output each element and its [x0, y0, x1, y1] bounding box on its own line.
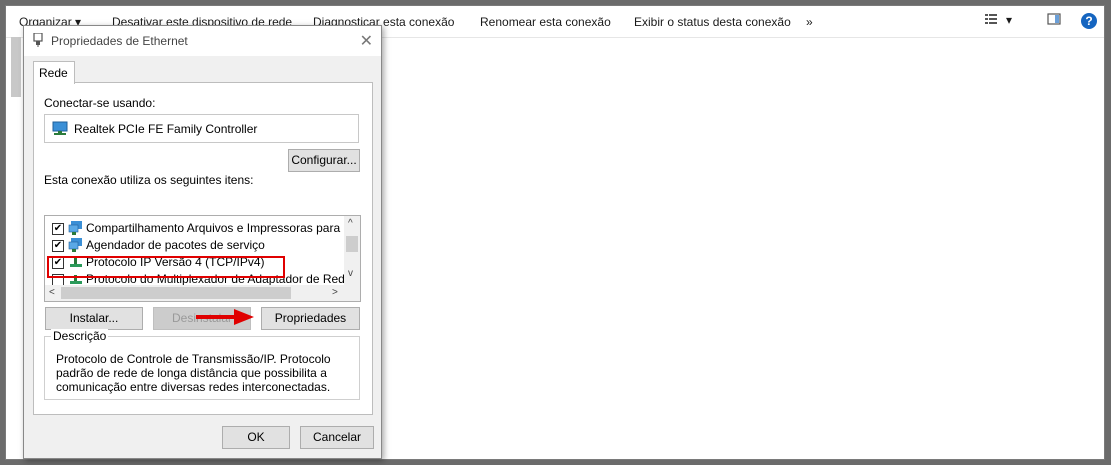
- list-item[interactable]: ✔ Agendador de pacotes de serviço: [45, 237, 345, 253]
- dialog-title: Propriedades de Ethernet: [51, 34, 188, 48]
- ok-button[interactable]: OK: [222, 426, 290, 449]
- scroll-right-icon[interactable]: >: [332, 287, 338, 298]
- network-share-icon: [68, 238, 84, 252]
- description-label: Descrição: [51, 329, 109, 343]
- adapter-box: Realtek PCIe FE Family Controller: [44, 114, 359, 143]
- view-status-button[interactable]: Exibir o status desta conexão: [634, 15, 791, 29]
- network-adapter-icon: [52, 121, 68, 138]
- close-icon[interactable]: ✕: [360, 31, 373, 51]
- cancel-button[interactable]: Cancelar: [300, 426, 374, 449]
- item-checkbox[interactable]: ✔: [52, 223, 64, 235]
- view-options-icon[interactable]: [984, 12, 998, 29]
- horizontal-scroll-thumb[interactable]: [61, 287, 291, 299]
- content-edge: [11, 37, 21, 97]
- vertical-scrollbar[interactable]: ^ v: [344, 216, 360, 285]
- install-button[interactable]: Instalar...: [45, 307, 143, 330]
- tab-rede[interactable]: Rede: [33, 61, 75, 84]
- connect-using-label: Conectar-se usando:: [44, 96, 156, 110]
- configure-button[interactable]: Configurar...: [288, 149, 360, 172]
- item-checkbox[interactable]: ✔: [52, 240, 64, 252]
- horizontal-scrollbar[interactable]: < >: [45, 285, 360, 301]
- rename-connection-button[interactable]: Renomear esta conexão: [480, 15, 611, 29]
- view-dropdown-icon[interactable]: ▾: [1006, 13, 1012, 27]
- list-item[interactable]: ✔ Compartilhamento Arquivos e Impressora…: [45, 220, 360, 236]
- help-icon[interactable]: ?: [1081, 13, 1097, 29]
- network-tab-panel: Conectar-se usando: Realtek PCIe FE Fami…: [33, 82, 373, 415]
- red-arrow-icon: [196, 307, 254, 330]
- preview-pane-icon[interactable]: [1047, 12, 1061, 29]
- tab-label: Rede: [39, 66, 68, 80]
- scroll-left-icon[interactable]: <: [49, 287, 55, 298]
- dialog-titlebar: Propriedades de Ethernet ✕: [24, 26, 381, 56]
- ethernet-icon: [33, 32, 43, 47]
- properties-button[interactable]: Propriedades: [261, 307, 360, 330]
- selection-highlight-box: [47, 256, 285, 278]
- item-label: Agendador de pacotes de serviço: [86, 238, 265, 252]
- items-label: Esta conexão utiliza os seguintes itens:: [44, 173, 254, 187]
- description-group: Descrição Protocolo de Controle de Trans…: [44, 329, 360, 400]
- network-share-icon: [68, 221, 84, 235]
- components-list[interactable]: ✔ Compartilhamento Arquivos e Impressora…: [44, 215, 361, 302]
- item-label: Compartilhamento Arquivos e Impressoras …: [86, 221, 361, 235]
- adapter-name: Realtek PCIe FE Family Controller: [74, 122, 258, 136]
- vertical-scroll-thumb[interactable]: [346, 236, 358, 252]
- description-text: Protocolo de Controle de Transmissão/IP.…: [56, 352, 331, 394]
- ethernet-properties-dialog: Propriedades de Ethernet ✕ Rede Conectar…: [23, 25, 382, 459]
- scroll-up-icon[interactable]: ^: [348, 218, 353, 229]
- scroll-down-icon[interactable]: v: [348, 268, 353, 279]
- more-commands-button[interactable]: »: [806, 15, 813, 29]
